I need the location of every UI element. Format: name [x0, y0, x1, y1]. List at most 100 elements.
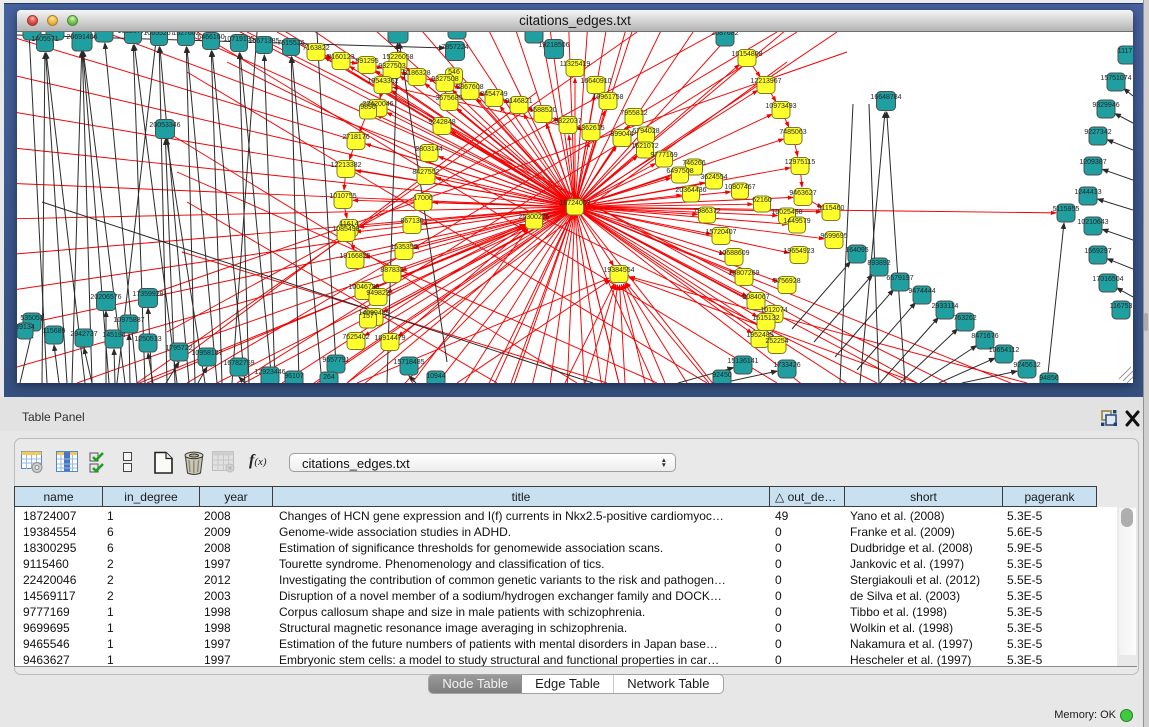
svg-text:1569297: 1569297 — [1084, 248, 1111, 255]
svg-text:264: 264 — [323, 374, 335, 381]
svg-text:9242848: 9242848 — [428, 119, 455, 126]
svg-text:7857224: 7857224 — [441, 44, 468, 51]
svg-text:18724007: 18724007 — [559, 200, 590, 207]
svg-text:1085498: 1085498 — [332, 226, 359, 233]
svg-text:92450: 92450 — [712, 372, 732, 379]
svg-text:9245612: 9245612 — [1013, 362, 1040, 369]
svg-text:1010755: 1010755 — [329, 193, 356, 200]
svg-text:1362615: 1362615 — [577, 125, 604, 132]
svg-text:746266: 746266 — [682, 160, 705, 167]
svg-text:9657791: 9657791 — [322, 357, 349, 364]
svg-text:10973493: 10973493 — [765, 103, 796, 110]
svg-text:11325419: 11325419 — [560, 61, 591, 68]
svg-text:10654112: 10654112 — [989, 347, 1020, 354]
svg-text:1811974: 1811974 — [91, 32, 118, 33]
svg-text:19654923: 19654923 — [783, 248, 814, 255]
svg-text:10958187: 10958187 — [191, 350, 222, 357]
svg-text:6679197: 6679197 — [886, 275, 913, 282]
svg-text:16671385: 16671385 — [248, 38, 279, 45]
svg-text:15226058: 15226058 — [382, 54, 413, 61]
svg-text:17016504: 17016504 — [1092, 276, 1123, 283]
svg-text:7163822: 7163822 — [302, 45, 329, 52]
svg-text:2803144: 2803144 — [415, 146, 442, 153]
svg-text:1588520: 1588520 — [529, 107, 556, 114]
svg-text:20691406: 20691406 — [66, 34, 97, 41]
svg-text:9084067: 9084067 — [742, 294, 769, 301]
svg-text:157: 157 — [362, 313, 374, 320]
svg-text:10210643: 10210643 — [1077, 219, 1108, 226]
svg-text:7485063: 7485063 — [779, 129, 806, 136]
svg-text:2942737: 2942737 — [70, 331, 97, 338]
svg-text:3675685: 3675685 — [435, 95, 462, 102]
svg-text:10807467: 10807467 — [724, 184, 755, 191]
svg-text:25300275: 25300275 — [518, 214, 549, 221]
svg-text:12213382: 12213382 — [330, 162, 361, 169]
svg-text:8471676: 8471676 — [971, 333, 998, 340]
svg-text:15718485: 15718485 — [393, 359, 424, 366]
svg-text:9327508: 9327508 — [431, 76, 458, 83]
svg-text:10975887: 10975887 — [113, 317, 144, 324]
svg-text:115689: 115689 — [43, 328, 66, 335]
svg-text:19218506: 19218506 — [538, 42, 569, 49]
svg-text:5115955: 5115955 — [1053, 206, 1080, 213]
svg-text:8427552: 8427552 — [412, 169, 439, 176]
svg-text:16154808: 16154808 — [731, 51, 762, 58]
svg-text:1209387: 1209387 — [1079, 159, 1106, 166]
svg-text:1244413: 1244413 — [1074, 189, 1101, 196]
svg-text:7986372: 7986372 — [693, 208, 720, 215]
svg-text:1405571: 1405571 — [31, 36, 58, 43]
svg-text:19166825: 19166825 — [339, 253, 370, 260]
svg-text:9327503: 9327503 — [378, 63, 405, 70]
svg-text:9329946: 9329946 — [1092, 102, 1119, 109]
svg-text:16648784: 16648784 — [870, 94, 901, 101]
svg-text:9474444: 9474444 — [908, 288, 935, 295]
svg-text:1733426: 1733426 — [773, 362, 800, 369]
svg-text:8160123: 8160123 — [327, 54, 354, 61]
svg-text:9463627: 9463627 — [789, 190, 816, 197]
svg-text:20364436: 20364436 — [675, 187, 706, 194]
svg-text:20053346: 20053346 — [149, 122, 180, 129]
svg-text:9115460: 9115460 — [818, 205, 845, 212]
svg-text:10688609: 10688609 — [718, 250, 749, 257]
svg-text:1795722: 1795722 — [165, 345, 192, 352]
svg-text:535051: 535051 — [20, 315, 43, 322]
svg-text:1535359: 1535359 — [390, 244, 417, 251]
svg-text:10944: 10944 — [426, 373, 446, 380]
svg-text:3624554: 3624554 — [700, 174, 727, 181]
svg-text:887833: 887833 — [380, 267, 403, 274]
svg-text:252254: 252254 — [765, 338, 788, 345]
svg-text:17006: 17006 — [413, 195, 433, 202]
svg-text:891295: 891295 — [355, 58, 378, 65]
svg-text:9146821: 9146821 — [505, 98, 532, 105]
svg-text:39134: 39134 — [17, 324, 35, 331]
svg-text:2718176: 2718176 — [342, 134, 369, 141]
svg-text:9756928: 9756928 — [773, 278, 800, 285]
svg-text:20206576: 20206576 — [90, 294, 121, 301]
svg-text:164095: 164095 — [845, 247, 868, 254]
svg-text:2867608: 2867608 — [456, 84, 483, 91]
svg-text:1615132: 1615132 — [752, 315, 779, 322]
svg-text:15720407: 15720407 — [705, 229, 736, 236]
svg-text:9896: 9896 — [360, 104, 376, 111]
svg-text:10033809: 10033809 — [382, 32, 413, 33]
svg-text:7515526: 7515526 — [277, 40, 304, 47]
svg-text:1012074: 1012074 — [760, 307, 787, 314]
svg-text:62160: 62160 — [752, 197, 772, 204]
svg-text:15136141: 15136141 — [727, 358, 758, 365]
svg-text:8454749: 8454749 — [480, 91, 507, 98]
svg-text:145194: 145194 — [102, 332, 125, 339]
svg-text:546: 546 — [448, 69, 460, 76]
svg-text:10025458: 10025458 — [771, 209, 802, 216]
svg-text:8186328: 8186328 — [403, 70, 430, 77]
svg-text:116753: 116753 — [1110, 303, 1133, 310]
svg-text:1621072: 1621072 — [631, 143, 658, 150]
svg-text:949822: 949822 — [366, 290, 389, 297]
svg-text:2933114: 2933114 — [932, 303, 959, 310]
svg-text:1250513: 1250513 — [134, 336, 161, 343]
svg-text:6466160: 6466160 — [197, 34, 224, 41]
svg-text:7625402: 7625402 — [342, 334, 369, 341]
svg-text:763262: 763262 — [953, 315, 976, 322]
svg-text:12923446: 12923446 — [254, 369, 285, 376]
svg-text:7955812: 7955812 — [620, 110, 647, 117]
svg-text:1527602: 1527602 — [172, 32, 199, 37]
